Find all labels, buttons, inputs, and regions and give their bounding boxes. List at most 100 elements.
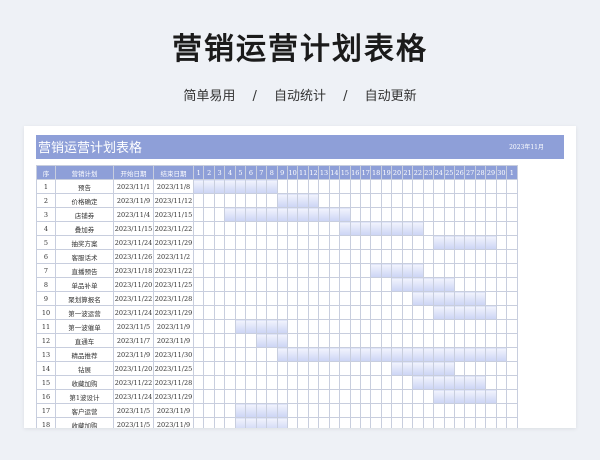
cell-end[interactable]: 2023/11/9 [153,333,194,348]
gantt-cell[interactable] [192,403,205,418]
gantt-cell[interactable] [328,193,341,208]
gantt-cell[interactable] [307,291,320,306]
gantt-cell[interactable] [506,193,518,208]
gantt-bar-cell[interactable] [286,207,299,222]
gantt-cell[interactable] [245,193,257,208]
gantt-cell[interactable] [464,221,476,236]
gantt-cell[interactable] [495,375,508,390]
gantt-cell[interactable] [412,193,424,208]
gantt-bar-cell[interactable] [401,221,414,236]
gantt-cell[interactable] [474,207,487,222]
gantt-cell[interactable] [234,235,247,250]
cell-start[interactable]: 2023/11/20 [113,361,154,376]
gantt-bar-cell[interactable] [391,347,403,362]
gantt-cell[interactable] [276,249,288,264]
gantt-bar-cell[interactable] [255,417,268,428]
gantt-cell[interactable] [255,249,268,264]
cell-end[interactable]: 2023/11/12 [153,193,194,208]
gantt-bar-cell[interactable] [234,179,247,194]
gantt-cell[interactable] [443,403,455,418]
cell-no[interactable]: 12 [36,333,56,348]
gantt-cell[interactable] [391,235,403,250]
gantt-cell[interactable] [286,417,299,428]
gantt-cell[interactable] [370,235,382,250]
gantt-cell[interactable] [453,319,466,334]
gantt-bar-cell[interactable] [443,291,455,306]
gantt-cell[interactable] [506,375,518,390]
gantt-cell[interactable] [266,375,278,390]
gantt-bar-cell[interactable] [370,263,382,278]
gantt-bar-cell[interactable] [485,235,497,250]
gantt-bar-cell[interactable] [433,291,445,306]
gantt-cell[interactable] [464,207,476,222]
gantt-cell[interactable] [453,207,466,222]
gantt-bar-cell[interactable] [307,193,320,208]
gantt-cell[interactable] [464,319,476,334]
gantt-bar-cell[interactable] [464,347,476,362]
gantt-bar-cell[interactable] [391,263,403,278]
gantt-cell[interactable] [359,403,372,418]
gantt-cell[interactable] [349,361,362,376]
gantt-cell[interactable] [234,249,247,264]
gantt-cell[interactable] [328,319,341,334]
cell-start[interactable]: 2023/11/26 [113,249,154,264]
gantt-cell[interactable] [286,249,299,264]
gantt-cell[interactable] [245,375,257,390]
gantt-bar-cell[interactable] [474,235,487,250]
gantt-cell[interactable] [380,193,393,208]
gantt-cell[interactable] [391,375,403,390]
gantt-bar-cell[interactable] [276,333,288,348]
cell-start[interactable]: 2023/11/5 [113,319,154,334]
gantt-cell[interactable] [370,291,382,306]
gantt-bar-cell[interactable] [433,375,445,390]
gantt-cell[interactable] [297,291,309,306]
cell-start[interactable]: 2023/11/7 [113,333,154,348]
gantt-cell[interactable] [485,417,497,428]
gantt-cell[interactable] [433,193,445,208]
cell-end[interactable]: 2023/11/29 [153,305,194,320]
cell-start[interactable]: 2023/11/24 [113,305,154,320]
gantt-cell[interactable] [255,389,268,404]
gantt-cell[interactable] [359,319,372,334]
gantt-cell[interactable] [286,361,299,376]
gantt-bar-cell[interactable] [422,291,435,306]
gantt-cell[interactable] [474,249,487,264]
gantt-cell[interactable] [495,319,508,334]
gantt-bar-cell[interactable] [307,207,320,222]
gantt-bar-cell[interactable] [276,403,288,418]
gantt-cell[interactable] [422,389,435,404]
gantt-cell[interactable] [359,277,372,292]
gantt-cell[interactable] [276,179,288,194]
gantt-cell[interactable] [422,221,435,236]
gantt-cell[interactable] [506,361,518,376]
gantt-cell[interactable] [266,277,278,292]
gantt-cell[interactable] [266,305,278,320]
cell-plan[interactable]: 客户运营 [55,403,114,418]
cell-end[interactable]: 2023/11/25 [153,361,194,376]
gantt-cell[interactable] [422,305,435,320]
gantt-cell[interactable] [192,277,205,292]
gantt-cell[interactable] [464,179,476,194]
gantt-cell[interactable] [380,319,393,334]
gantt-bar-cell[interactable] [443,235,455,250]
cell-end[interactable]: 2023/11/15 [153,207,194,222]
gantt-cell[interactable] [307,375,320,390]
gantt-cell[interactable] [495,389,508,404]
cell-no[interactable]: 2 [36,193,56,208]
gantt-cell[interactable] [453,263,466,278]
gantt-bar-cell[interactable] [443,305,455,320]
gantt-cell[interactable] [359,389,372,404]
gantt-cell[interactable] [307,361,320,376]
gantt-cell[interactable] [318,235,330,250]
gantt-cell[interactable] [359,235,372,250]
gantt-cell[interactable] [380,179,393,194]
gantt-bar-cell[interactable] [495,347,508,362]
gantt-cell[interactable] [349,235,362,250]
gantt-cell[interactable] [297,403,309,418]
cell-end[interactable]: 2023/11/9 [153,417,194,428]
cell-no[interactable]: 4 [36,221,56,236]
gantt-cell[interactable] [328,291,341,306]
gantt-cell[interactable] [453,221,466,236]
gantt-bar-cell[interactable] [464,235,476,250]
gantt-cell[interactable] [224,221,236,236]
